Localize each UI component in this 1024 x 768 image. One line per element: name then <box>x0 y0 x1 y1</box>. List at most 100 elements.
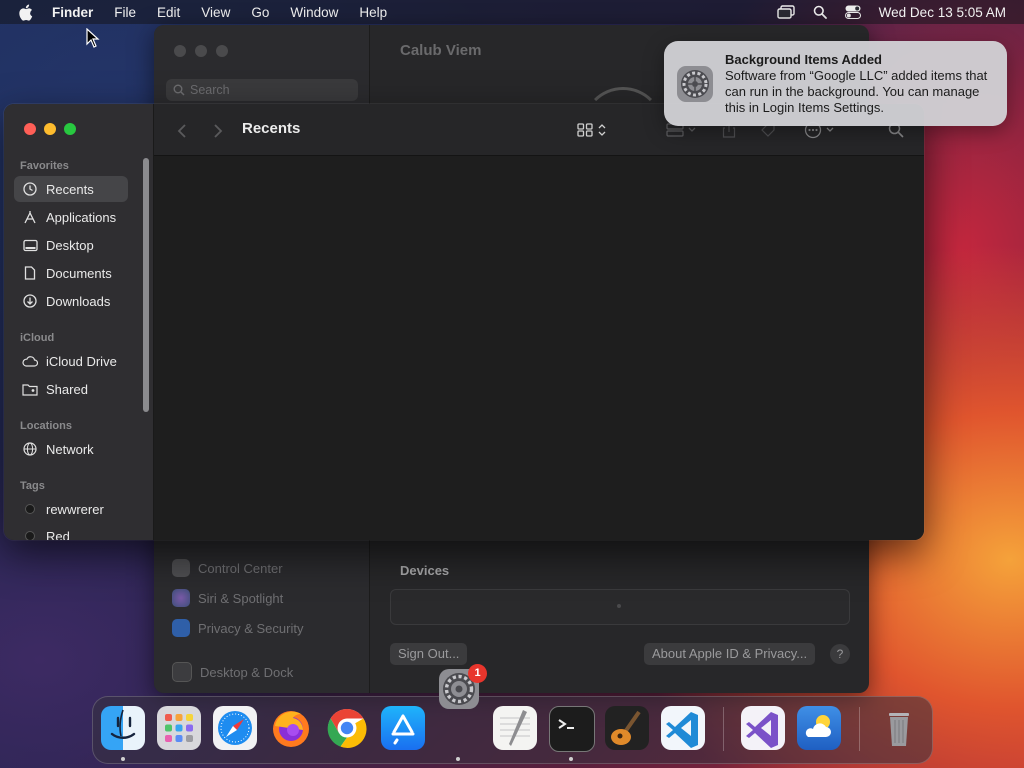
sidebar-item-recents[interactable]: Recents <box>14 176 128 202</box>
menu-help[interactable]: Help <box>359 5 387 20</box>
settings-item-desktop-dock[interactable]: Desktop & Dock <box>172 662 293 682</box>
about-apple-id-button[interactable]: About Apple ID & Privacy... <box>644 643 816 665</box>
sidebar-item-tag-red[interactable]: Red <box>14 523 128 540</box>
dock-vscode-icon[interactable] <box>661 706 705 750</box>
menu-bar: Finder File Edit View Go Window Help Wed… <box>0 0 1024 24</box>
dock-separator <box>859 707 860 751</box>
menu-view[interactable]: View <box>201 5 230 20</box>
dock-garageband-icon[interactable] <box>605 706 649 750</box>
sidebar-item-network[interactable]: Network <box>14 436 128 462</box>
window-title: Recents <box>242 120 301 137</box>
help-button[interactable]: ? <box>830 644 850 664</box>
spotlight-search-icon[interactable] <box>813 5 827 19</box>
settings-search-placeholder: Search <box>190 83 230 97</box>
dock-finder-icon[interactable] <box>101 706 145 750</box>
menubar-clock[interactable]: Wed Dec 13 5:05 AM <box>879 5 1006 20</box>
sidebar-item-label: Downloads <box>46 293 111 309</box>
chevron-left-icon <box>177 124 186 138</box>
sidebar-item-label: rewwrerer <box>46 501 104 517</box>
menu-go[interactable]: Go <box>251 5 269 20</box>
sidebar-item-documents[interactable]: Documents <box>14 260 128 286</box>
menu-window[interactable]: Window <box>290 5 338 20</box>
view-mode-button[interactable] <box>577 118 607 142</box>
document-icon <box>22 265 38 281</box>
dock-app-store-icon[interactable] <box>381 706 425 750</box>
running-indicator <box>569 757 573 761</box>
sidebar-item-applications[interactable]: Applications <box>14 204 128 230</box>
dock-terminal-icon[interactable] <box>549 706 595 752</box>
sidebar-item-label: Recents <box>46 181 94 197</box>
dock-chrome-icon[interactable] <box>325 706 369 750</box>
dock-visual-studio-icon[interactable] <box>741 706 785 750</box>
dock-launchpad-icon[interactable] <box>157 706 201 750</box>
finder-traffic-lights <box>24 123 76 135</box>
loading-indicator <box>617 604 621 608</box>
cloud-icon <box>22 353 38 369</box>
file-list-area[interactable] <box>154 156 924 540</box>
close-button[interactable] <box>24 123 36 135</box>
dock-icon <box>172 662 192 682</box>
sidebar-section-tags: Tags <box>20 480 45 492</box>
settings-close-button[interactable] <box>174 45 186 57</box>
sidebar-item-label: Applications <box>46 209 117 225</box>
system-settings-gear-icon <box>676 65 714 103</box>
devices-heading: Devices <box>400 563 450 578</box>
sidebar-item-shared[interactable]: Shared <box>14 376 128 402</box>
menu-app-finder[interactable]: Finder <box>52 5 93 20</box>
dock-trash-icon[interactable] <box>877 706 921 750</box>
chevron-down-icon <box>688 127 696 132</box>
menu-edit[interactable]: Edit <box>157 5 180 20</box>
zoom-button[interactable] <box>64 123 76 135</box>
dock-safari-icon[interactable] <box>213 706 257 750</box>
settings-item-label: Privacy & Security <box>198 620 304 636</box>
settings-minimize-button[interactable] <box>195 45 207 57</box>
screen-mirroring-icon[interactable] <box>776 5 795 19</box>
settings-item-label: Control Center <box>198 560 283 576</box>
hand-icon <box>172 619 190 637</box>
menu-file[interactable]: File <box>114 5 136 20</box>
sidebar-item-icloud-drive[interactable]: iCloud Drive <box>14 348 128 374</box>
finder-window: Favorites Recents Applications Desktop D… <box>4 104 924 540</box>
sidebar-item-label: Desktop <box>46 237 94 253</box>
settings-item-label: Siri & Spotlight <box>198 590 284 606</box>
minimize-button[interactable] <box>44 123 56 135</box>
settings-item-control-center[interactable]: Control Center <box>172 559 283 577</box>
sidebar-scrollbar[interactable] <box>143 158 149 412</box>
applications-icon <box>22 209 38 225</box>
notification-body: Software from “Google LLC” added items t… <box>725 68 988 115</box>
tag-dot-icon <box>22 528 38 540</box>
sign-out-button[interactable]: Sign Out... <box>390 643 468 665</box>
sidebar-item-tag-rewwrerer[interactable]: rewwrerer <box>14 496 128 522</box>
chevron-right-icon <box>214 124 223 138</box>
settings-item-siri-spotlight[interactable]: Siri & Spotlight <box>172 589 283 607</box>
sidebar-item-label: Network <box>46 441 94 457</box>
tag-dot-icon <box>22 501 38 517</box>
globe-icon <box>22 441 38 457</box>
dock-textedit-icon[interactable] <box>493 706 537 750</box>
sidebar-item-label: Red <box>46 528 70 541</box>
icon-grid-icon <box>577 123 593 137</box>
settings-search-field[interactable]: Search <box>166 79 358 101</box>
control-center-icon[interactable] <box>844 5 861 19</box>
notification-banner[interactable]: Background Items Added Software from “Go… <box>664 41 1007 126</box>
dock-weather-icon[interactable] <box>797 706 841 750</box>
devices-list <box>390 589 850 625</box>
back-button[interactable] <box>171 120 193 142</box>
search-icon <box>173 84 185 96</box>
running-indicator <box>456 757 460 761</box>
settings-item-privacy-security[interactable]: Privacy & Security <box>172 619 303 637</box>
desktop-icon <box>22 237 38 253</box>
sidebar-section-favorites: Favorites <box>20 160 69 172</box>
settings-zoom-button[interactable] <box>216 45 228 57</box>
sidebar-item-label: Shared <box>46 381 88 397</box>
sidebar-item-label: Documents <box>46 265 112 281</box>
control-center-icon <box>172 559 190 577</box>
sidebar-item-desktop[interactable]: Desktop <box>14 232 128 258</box>
apple-menu-icon[interactable] <box>18 1 38 23</box>
forward-button[interactable] <box>207 120 229 142</box>
dock-firefox-icon[interactable] <box>269 706 313 750</box>
settings-item-label: Desktop & Dock <box>200 664 294 680</box>
shared-folder-icon <box>22 381 38 397</box>
siri-icon <box>172 589 190 607</box>
sidebar-item-downloads[interactable]: Downloads <box>14 288 128 314</box>
